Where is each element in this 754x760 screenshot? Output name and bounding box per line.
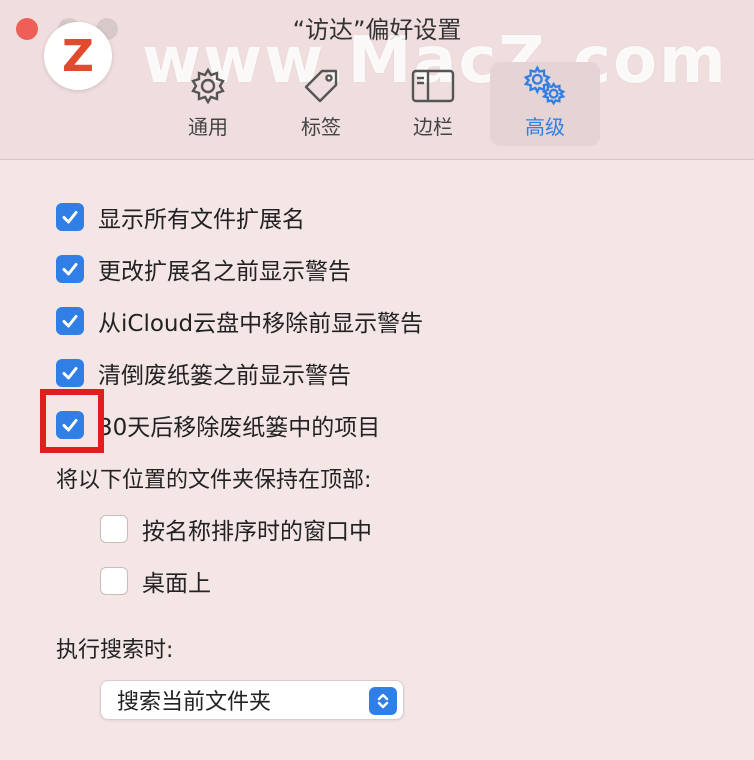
checkmark-icon <box>62 263 78 276</box>
logo-letter: Z <box>62 30 94 82</box>
chevron-updown-icon <box>369 687 397 715</box>
tab-sidebar[interactable]: 边栏 <box>378 62 488 146</box>
gears-icon <box>522 63 568 109</box>
option-extension-warning[interactable]: 更改扩展名之前显示警告 <box>56 252 351 286</box>
tab-advanced-label: 高级 <box>525 115 565 139</box>
site-logo: Z <box>44 22 112 90</box>
option-label: 按名称排序时的窗口中 <box>142 519 372 545</box>
tab-sidebar-label: 边栏 <box>413 115 453 139</box>
option-icloud-warning[interactable]: 从iCloud云盘中移除前显示警告 <box>56 304 423 338</box>
checkmark-icon <box>62 211 78 224</box>
tab-tags-label: 标签 <box>301 115 341 139</box>
search-heading: 执行搜索时: <box>56 638 174 663</box>
search-scope-value: 搜索当前文件夹 <box>117 690 272 715</box>
tab-general[interactable]: 通用 <box>153 62 263 146</box>
tab-tags[interactable]: 标签 <box>266 62 376 146</box>
checkmark-icon <box>62 367 78 380</box>
tag-icon <box>298 63 344 109</box>
checkbox-extension-warning[interactable] <box>56 255 84 283</box>
option-empty-trash-warning[interactable]: 清倒废纸篓之前显示警告 <box>56 356 351 390</box>
option-label: 更改扩展名之前显示警告 <box>98 259 351 285</box>
checkbox-folders-top-windows[interactable] <box>100 515 128 543</box>
option-label: 显示所有文件扩展名 <box>98 207 305 233</box>
sidebar-icon <box>410 63 456 109</box>
checkmark-icon <box>62 315 78 328</box>
tab-general-label: 通用 <box>188 115 228 139</box>
tab-advanced[interactable]: 高级 <box>490 62 600 146</box>
option-label: 从iCloud云盘中移除前显示警告 <box>98 311 424 337</box>
finder-preferences-window: “访达”偏好设置 Z www.MacZ.com 通用 标签 边栏 高级 显示所有… <box>0 0 754 760</box>
keep-folders-heading: 将以下位置的文件夹保持在顶部: <box>56 468 372 493</box>
checkbox-folders-top-desktop[interactable] <box>100 567 128 595</box>
option-folders-top-desktop[interactable]: 桌面上 <box>100 564 211 598</box>
toolbar: “访达”偏好设置 Z www.MacZ.com 通用 标签 边栏 高级 <box>0 0 754 160</box>
checkbox-icloud-warning[interactable] <box>56 307 84 335</box>
search-scope-select[interactable]: 搜索当前文件夹 <box>100 680 404 720</box>
option-label: 桌面上 <box>142 571 211 597</box>
highlight-annotation <box>40 389 104 453</box>
option-label: 清倒废纸篓之前显示警告 <box>98 363 351 389</box>
checkbox-empty-trash-warning[interactable] <box>56 359 84 387</box>
gear-icon <box>185 63 231 109</box>
option-show-extensions[interactable]: 显示所有文件扩展名 <box>56 200 305 234</box>
checkbox-show-extensions[interactable] <box>56 203 84 231</box>
option-label: 30天后移除废纸篓中的项目 <box>98 415 381 441</box>
option-folders-top-windows[interactable]: 按名称排序时的窗口中 <box>100 512 372 546</box>
option-remove-trash-30-days[interactable]: 30天后移除废纸篓中的项目 <box>56 408 380 442</box>
